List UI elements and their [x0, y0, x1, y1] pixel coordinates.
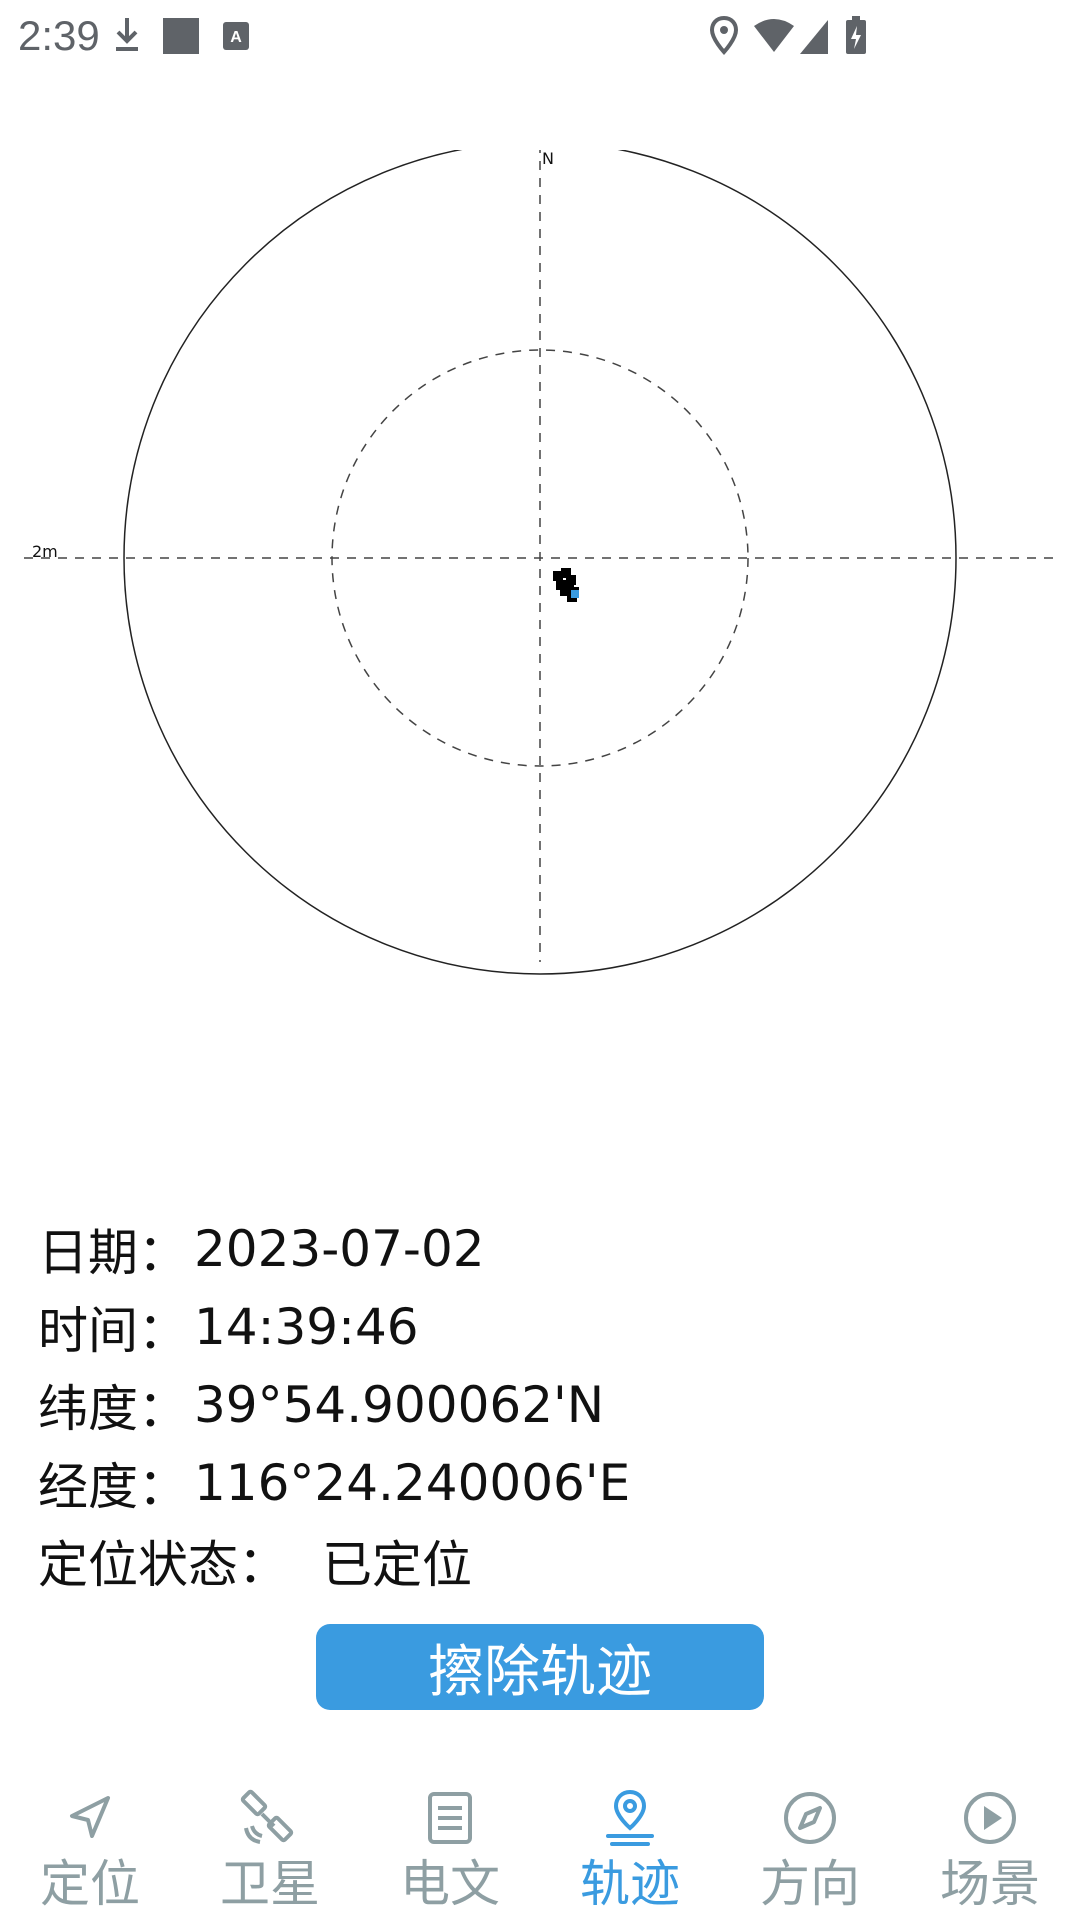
- time-label: 时间：: [38, 1302, 188, 1360]
- nav-label-track: 轨迹: [580, 1855, 680, 1913]
- nav-item-positioning[interactable]: 定位: [0, 1770, 180, 1920]
- date-row: 日期： 2023-07-02: [38, 1210, 1038, 1288]
- longitude-row: 经度： 116°24.240006'E: [38, 1444, 1038, 1522]
- play-circle-icon: [964, 1792, 1016, 1844]
- erase-track-button[interactable]: 擦除轨迹: [316, 1624, 764, 1710]
- latitude-value: 39°54.900062'N: [194, 1376, 605, 1434]
- date-value: 2023-07-02: [194, 1220, 485, 1278]
- satellite-icon: [240, 1789, 294, 1844]
- time-row: 时间： 14:39:46: [38, 1288, 1038, 1366]
- track-points: [553, 568, 579, 602]
- nav-label-messages: 电文: [400, 1855, 500, 1913]
- status-bar: 2:39 A: [0, 0, 1080, 72]
- north-label: N: [542, 150, 554, 168]
- nav-label-positioning: 定位: [40, 1855, 140, 1913]
- nav-item-satellite[interactable]: 卫星: [180, 1770, 360, 1920]
- location-info: 日期： 2023-07-02 时间： 14:39:46 纬度： 39°54.90…: [38, 1210, 1038, 1600]
- outer-ring: [123, 150, 957, 975]
- latitude-label: 纬度：: [38, 1380, 188, 1438]
- nav-label-scene: 场景: [940, 1855, 1040, 1913]
- compass-icon: [784, 1792, 836, 1844]
- time-value: 14:39:46: [194, 1298, 419, 1356]
- track-pin-icon: [606, 1789, 654, 1846]
- latitude-row: 纬度： 39°54.900062'N: [38, 1366, 1038, 1444]
- document-icon: [428, 1792, 472, 1844]
- download-icon: [112, 14, 142, 58]
- location-pin-icon: [708, 14, 740, 58]
- longitude-value: 116°24.240006'E: [194, 1454, 631, 1512]
- square-icon: [162, 14, 200, 58]
- fix-status-value: 已定位: [322, 1536, 472, 1594]
- bottom-nav: 定位 卫星 电文 轨迹 方向 场景: [0, 1770, 1080, 1920]
- nav-label-direction: 方向: [760, 1855, 860, 1913]
- current-position-marker: [571, 590, 579, 598]
- nav-label-satellite: 卫星: [220, 1855, 320, 1913]
- nav-item-messages[interactable]: 电文: [360, 1770, 540, 1920]
- navigation-arrow-icon: [70, 1796, 110, 1838]
- status-time: 2:39: [18, 12, 100, 59]
- date-label: 日期：: [38, 1224, 188, 1282]
- signal-icon: [798, 14, 830, 58]
- keyboard-a-icon: A: [222, 14, 250, 58]
- nav-item-direction[interactable]: 方向: [720, 1770, 900, 1920]
- track-plot: N 2m: [0, 150, 1080, 1210]
- svg-text:A: A: [230, 29, 242, 46]
- fix-status-row: 定位状态： 已定位: [38, 1522, 1038, 1600]
- wifi-icon: [752, 14, 796, 58]
- fix-status-label: 定位状态：: [38, 1536, 288, 1594]
- nav-item-track[interactable]: 轨迹: [540, 1770, 720, 1920]
- longitude-label: 经度：: [38, 1458, 188, 1516]
- screen: 2:39 A N 2m 日期： 2023-07-02 时间： 14:39:46 …: [0, 0, 1080, 1920]
- nav-item-scene[interactable]: 场景: [900, 1770, 1080, 1920]
- battery-charging-icon: [844, 14, 868, 58]
- scale-label: 2m: [32, 542, 58, 561]
